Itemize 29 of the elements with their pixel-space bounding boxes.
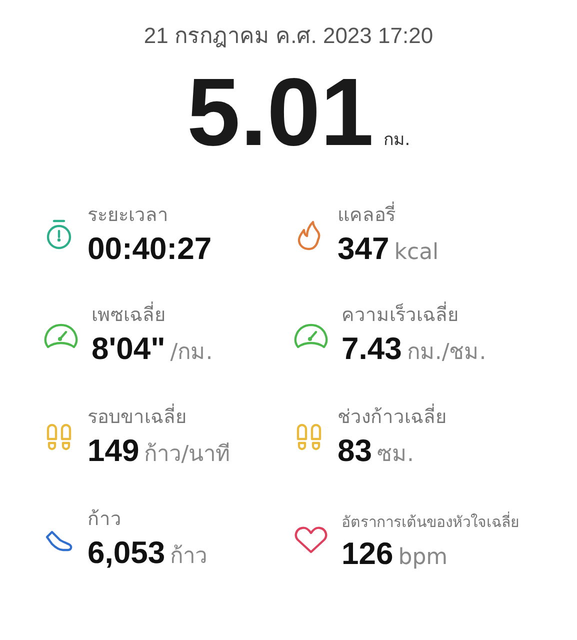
stat-unit: ก้าว/นาที xyxy=(144,441,231,469)
stat-label: อัตราการเต้นของหัวใจเฉลี่ย xyxy=(342,510,520,533)
stat-label: ก้าว xyxy=(88,507,122,532)
stat-value: 126 xyxy=(342,536,394,572)
stat-value: 6,053 xyxy=(88,535,166,571)
stat-value: 83 xyxy=(338,433,372,469)
stat-label: ระยะเวลา xyxy=(88,203,170,228)
stat-unit: ซม. xyxy=(376,441,414,469)
distance-value: 5.01 xyxy=(186,65,374,161)
stat-label: แคลอรี่ xyxy=(338,203,439,229)
stat-unit: กม./ชม. xyxy=(406,339,486,367)
stat-label: ความเร็วเฉลี่ย xyxy=(342,303,486,329)
gauge-icon xyxy=(44,321,78,351)
heart-icon xyxy=(294,525,328,555)
stat-value: 149 xyxy=(88,433,140,469)
stat-unit: /กม. xyxy=(170,339,213,367)
stat-value: 347 xyxy=(338,231,390,267)
stat-value: 7.43 xyxy=(342,331,402,367)
gauge-icon xyxy=(294,321,328,351)
stat-value: 8'04" xyxy=(92,331,166,367)
distance-unit: กม. xyxy=(384,129,410,152)
stat-label: เพซเฉลี่ย xyxy=(92,303,213,329)
stat-unit: ก้าว xyxy=(170,543,208,571)
stat-unit: kcal xyxy=(394,240,439,265)
stat-label: รอบขาเฉลี่ย xyxy=(88,405,231,431)
stat-unit: bpm xyxy=(398,545,448,570)
stat-label: ช่วงก้าวเฉลี่ย xyxy=(338,405,446,431)
workout-date: 21 กรกฎาคม ค.ศ. 2023 17:20 xyxy=(144,22,434,50)
stat-value: 00:40:27 xyxy=(88,231,212,267)
